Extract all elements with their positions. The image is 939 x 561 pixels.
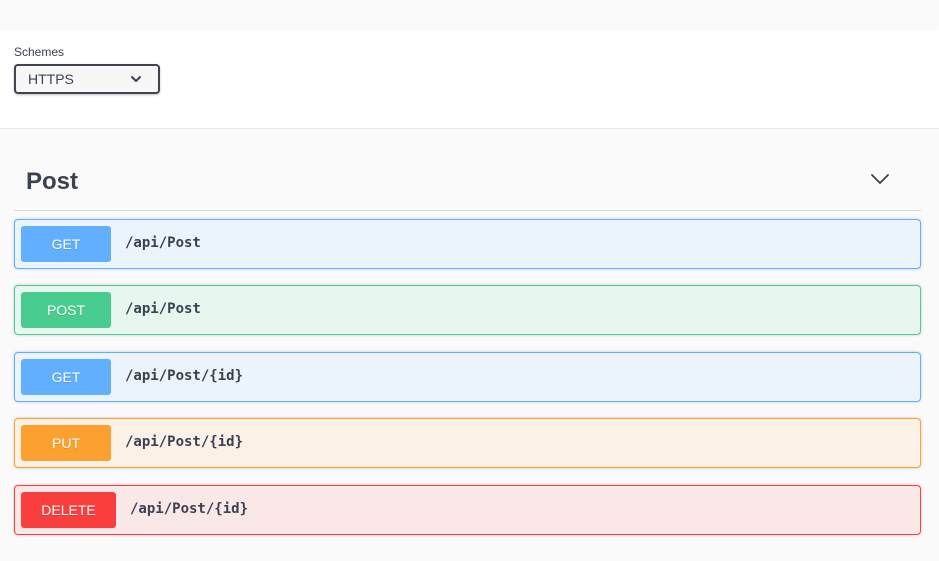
method-badge-get: GET	[21, 359, 111, 395]
operation-path: /api/Post/{id}	[125, 368, 244, 384]
top-strip	[0, 0, 939, 30]
method-badge-post: POST	[21, 292, 111, 328]
operation-path: /api/Post	[125, 301, 201, 317]
schemes-label: Schemes	[14, 45, 65, 59]
operation-path: /api/Post/{id}	[130, 501, 249, 517]
method-badge-delete: DELETE	[21, 492, 116, 528]
method-badge-get: GET	[21, 226, 111, 262]
operation-get-api-post[interactable]: GET /api/Post	[14, 219, 921, 269]
operation-post-api-post[interactable]: POST /api/Post	[14, 285, 921, 335]
chevron-down-icon	[131, 76, 141, 82]
tag-header[interactable]: Post	[14, 138, 921, 211]
operation-put-api-post-id[interactable]: PUT /api/Post/{id}	[14, 418, 921, 468]
tag-section-post: Post GET /api/Post POST /api/Post GET /a…	[14, 138, 921, 558]
scheme-select[interactable]: HTTPS	[14, 64, 160, 94]
chevron-down-icon[interactable]	[870, 172, 890, 186]
tag-title: Post	[26, 168, 79, 195]
operation-get-api-post-id[interactable]: GET /api/Post/{id}	[14, 352, 921, 402]
operation-path: /api/Post/{id}	[125, 434, 244, 450]
schemes-panel: Schemes HTTPS	[0, 30, 939, 129]
method-badge-put: PUT	[21, 425, 111, 461]
operation-delete-api-post-id[interactable]: DELETE /api/Post/{id}	[14, 485, 921, 535]
operation-path: /api/Post	[125, 235, 201, 251]
scheme-selected-value: HTTPS	[28, 71, 74, 87]
